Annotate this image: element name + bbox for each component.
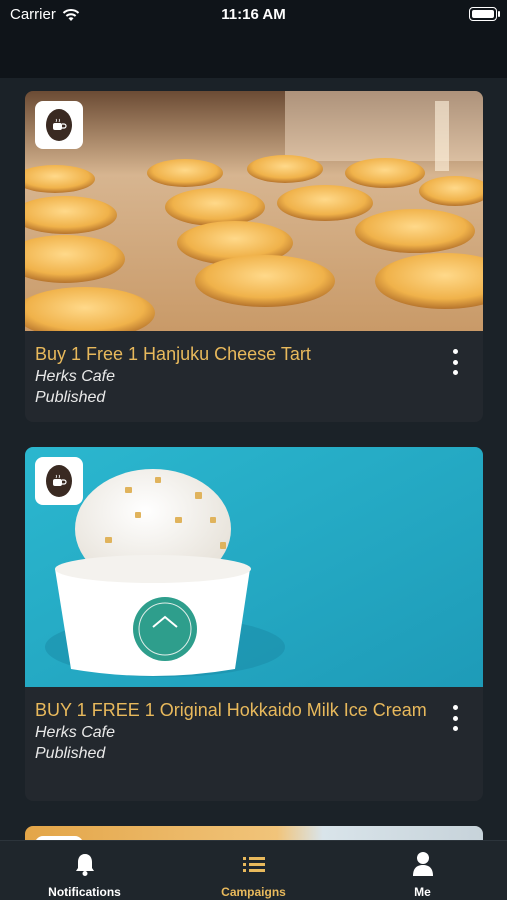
campaign-card-partial[interactable] (25, 826, 483, 840)
campaign-title: BUY 1 FREE 1 Original Hokkaido Milk Ice … (35, 700, 427, 720)
more-options-icon[interactable] (445, 347, 465, 377)
battery-icon (469, 7, 500, 21)
cheese-tarts-photo[interactable] (25, 91, 483, 331)
tab-label: Me (414, 885, 431, 899)
merchant-logo (35, 457, 83, 505)
merchant-name: Herks Cafe (35, 724, 116, 741)
hokkaido-ice-cream-photo[interactable] (25, 447, 483, 687)
campaign-card[interactable]: BUY 1 FREE 1 Original Hokkaido Milk Ice … (25, 447, 483, 801)
campaign-title: Buy 1 Free 1 Hanjuku Cheese Tart (35, 344, 311, 364)
campaign-card[interactable]: Buy 1 Free 1 Hanjuku Cheese Tart Herks C… (25, 91, 483, 422)
merchant-logo (35, 101, 83, 149)
tab-me[interactable]: Me (338, 841, 507, 900)
person-icon (412, 851, 434, 877)
tab-campaigns[interactable]: Campaigns (169, 841, 338, 900)
campaign-status: Published (35, 389, 106, 406)
list-icon (242, 851, 266, 877)
campaign-photo (25, 826, 483, 840)
coffee-cup-icon (46, 109, 72, 141)
campaign-info: Buy 1 Free 1 Hanjuku Cheese Tart Herks C… (25, 331, 483, 408)
tab-label: Notifications (48, 885, 121, 899)
coffee-cup-icon (46, 465, 72, 497)
tab-bar: Notifications Campaigns Me (0, 840, 507, 900)
bell-icon (74, 851, 96, 877)
more-options-icon[interactable] (445, 703, 465, 733)
status-bar: Carrier 11:16 AM (0, 0, 507, 30)
tab-notifications[interactable]: Notifications (0, 841, 169, 900)
campaign-status: Published (35, 745, 106, 762)
navigation-header (0, 30, 507, 78)
merchant-name: Herks Cafe (35, 368, 116, 385)
campaign-info: BUY 1 FREE 1 Original Hokkaido Milk Ice … (25, 687, 483, 764)
campaign-feed[interactable]: Buy 1 Free 1 Hanjuku Cheese Tart Herks C… (0, 78, 507, 840)
clock: 11:16 AM (221, 6, 286, 23)
tab-label: Campaigns (221, 885, 286, 899)
